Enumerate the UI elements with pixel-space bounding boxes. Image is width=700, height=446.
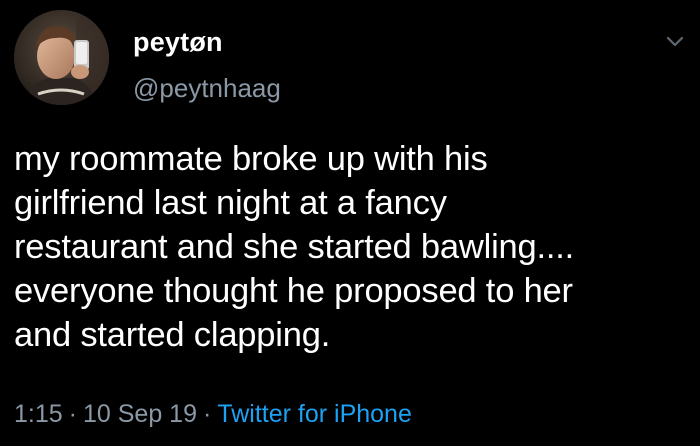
avatar[interactable]: [14, 10, 109, 105]
tweet-header: peytøn @peytnhaag: [14, 10, 686, 110]
user-handle[interactable]: @peytnhaag: [133, 72, 281, 104]
tweet-text: my roommate broke up with his girlfriend…: [14, 140, 575, 354]
meta-separator: ·: [203, 400, 212, 428]
tweet-source-link[interactable]: Twitter for iPhone: [217, 400, 412, 428]
tweet-meta: 1:15 · 10 Sep 19 · Twitter for iPhone: [14, 398, 412, 430]
display-name[interactable]: peytøn: [133, 26, 281, 58]
tweet-card: peytøn @peytnhaag my roommate broke up w…: [0, 0, 700, 446]
author-identity: peytøn @peytnhaag: [133, 26, 281, 104]
tweet-time[interactable]: 1:15: [14, 400, 63, 428]
chevron-down-icon[interactable]: [664, 30, 686, 52]
profile-photo-icon: [14, 10, 109, 105]
meta-separator: ·: [68, 400, 77, 428]
tweet-date[interactable]: 10 Sep 19: [83, 400, 197, 428]
